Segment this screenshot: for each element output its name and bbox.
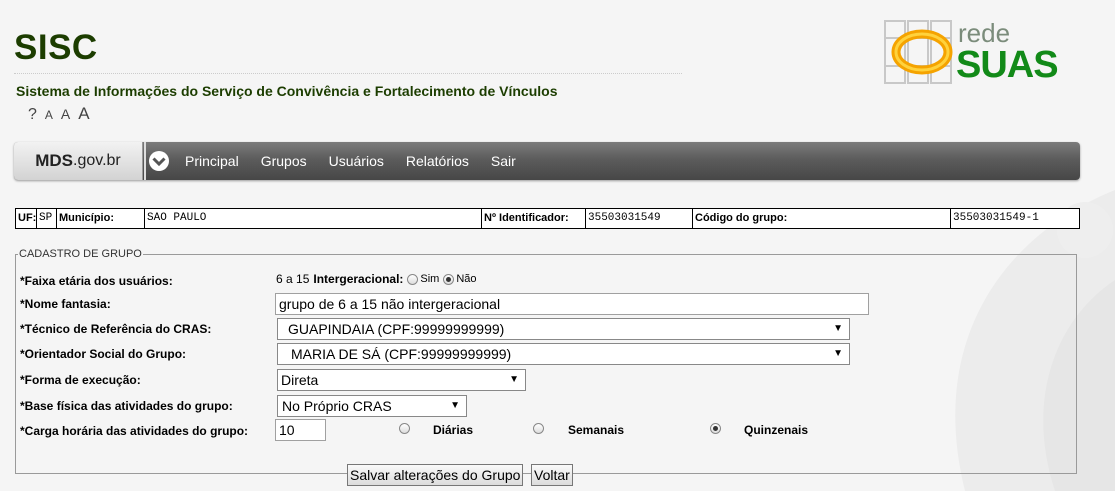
orientador-social-select[interactable]: MARIA DE SÁ (CPF:99999999999) ▼ [277,343,850,365]
mds-text: MDS [35,151,74,170]
carga-semanais-radio[interactable] [533,423,544,434]
caret-down-icon: ▼ [509,374,519,385]
carga-horaria-label: *Carga horária das atividades do grupo: [20,424,249,438]
carga-quinzenais-radio[interactable] [710,423,721,434]
nav-menu: Principal Grupos Usuários Relatórios Sai… [185,142,538,180]
tecnico-referencia-select[interactable]: GUAPINDAIA (CPF:99999999999) ▼ [277,318,850,340]
nav-item-usuarios[interactable]: Usuários [329,153,384,169]
caret-down-icon: ▼ [450,400,460,411]
gov-br-text: .gov.br [73,152,121,169]
caret-down-icon: ▼ [833,323,843,334]
rede-suas-logo: rede SUAS [884,18,1084,88]
municipio-value: SAO PAULO [145,209,482,228]
mds-gov-logo[interactable]: MDS .gov.br [14,142,143,180]
faixa-etaria-label: *Faixa etária dos usuários: [20,274,173,288]
intergeracional-label: Intergeracional: [313,272,404,286]
chevron-down-icon[interactable] [148,150,170,172]
rede-suas-logo-icon [884,20,953,84]
cadastro-grupo-form: CADASTRO DE GRUPO *Faixa etária dos usuá… [15,248,1077,486]
forma-execucao-label: *Forma de execução: [20,373,141,387]
uf-label: UF: [16,209,37,228]
font-size-medium-button[interactable]: A [61,106,70,122]
base-fisica-label: *Base física das atividades do grupo: [20,399,233,413]
intergeracional-nao-radio[interactable] [443,273,455,285]
main-navbar: MDS .gov.br Principal Grupos Usuários Rel… [14,142,1080,180]
nav-item-relatorios[interactable]: Relatórios [406,153,469,169]
tecnico-referencia-label: *Técnico de Referência do CRAS: [20,322,212,336]
nome-fantasia-label: *Nome fantasia: [20,297,111,311]
font-size-large-button[interactable]: A [78,104,89,124]
orientador-social-value: MARIA DE SÁ (CPF:99999999999) [291,346,512,362]
back-button[interactable]: Voltar [531,464,573,486]
logo-suas-text: SUAS [956,44,1059,86]
form-legend: CADASTRO DE GRUPO [19,248,142,260]
faixa-etaria-value: 6 a 15 [276,272,310,286]
codigo-label: Código do grupo: [693,209,951,228]
identificador-label: Nº Identificador: [482,209,586,228]
nav-item-grupos[interactable]: Grupos [261,153,307,169]
intergeracional-nao-label: Não [456,273,477,285]
codigo-value: 35503031549-1 [953,212,1039,224]
app-subtitle: Sistema de Informações do Serviço de Con… [16,83,558,99]
nav-divider [144,142,146,180]
app-title: SISC [14,28,98,67]
tecnico-referencia-value: GUAPINDAIA (CPF:99999999999) [288,321,505,337]
nav-item-sair[interactable]: Sair [491,153,516,169]
carga-horaria-input[interactable]: 10 [275,419,326,441]
carga-diarias-radio[interactable] [399,423,410,434]
base-fisica-select[interactable]: No Próprio CRAS ▼ [277,395,467,417]
text-size-controls: ? A A A [28,104,98,124]
intergeracional-sim-radio[interactable] [407,273,419,285]
uf-value: SP [37,209,57,228]
forma-execucao-value: Direta [281,372,319,388]
nav-item-principal[interactable]: Principal [185,153,239,169]
base-fisica-value: No Próprio CRAS [282,398,392,414]
identificador-value: 35503031549 [586,209,693,228]
carga-diarias-label: Diárias [433,423,474,437]
intergeracional-sim-label: Sim [420,273,440,285]
help-icon[interactable]: ? [28,106,37,124]
header-divider [14,73,682,74]
carga-quinzenais-label: Quinzenais [744,423,809,437]
orientador-social-label: *Orientador Social do Grupo: [20,347,187,361]
font-size-small-button[interactable]: A [45,108,53,122]
faixa-etaria-row: 6 a 15 Intergeracional: Sim Não [276,272,481,286]
save-group-button[interactable]: Salvar alterações do Grupo [347,464,524,486]
group-info-table: UF: SP Município: SAO PAULO Nº Identific… [15,208,1080,229]
nome-fantasia-input[interactable]: grupo de 6 a 15 não intergeracional [275,293,869,315]
carga-semanais-label: Semanais [568,423,625,437]
forma-execucao-select[interactable]: Direta ▼ [277,369,526,391]
municipio-label: Município: [57,209,145,228]
caret-down-icon: ▼ [833,348,843,359]
